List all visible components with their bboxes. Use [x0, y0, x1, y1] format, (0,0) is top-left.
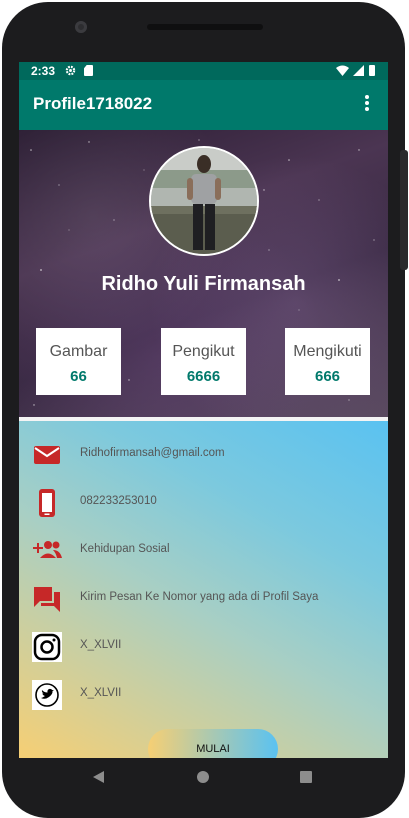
forum-icon	[34, 587, 60, 612]
contact-section: Ridhofirmansah@gmail.com 082233253010 Ke…	[19, 421, 388, 758]
stat-label: Mengikuti	[293, 343, 362, 360]
recents-icon[interactable]	[300, 771, 312, 783]
home-icon[interactable]	[197, 771, 209, 783]
profile-header: Ridho Yuli Firmansah Gambar 66 Pengikut …	[19, 130, 388, 417]
app-title: Profile1718022	[33, 94, 153, 113]
earpiece-speaker	[147, 24, 263, 30]
contact-row-email[interactable]: Ridhofirmansah@gmail.com	[19, 434, 388, 474]
stat-card-pengikut[interactable]: Pengikut 6666	[161, 328, 246, 395]
contact-row-instagram[interactable]: X_XLVII	[19, 626, 388, 666]
contact-text: X_XLVII	[80, 687, 122, 699]
stat-card-mengikuti[interactable]: Mengikuti 666	[285, 328, 370, 395]
phone-side-button	[400, 150, 408, 270]
navigation-bar	[19, 758, 388, 798]
stat-value: 666	[314, 368, 341, 385]
stat-card-gambar[interactable]: Gambar 66	[36, 328, 121, 395]
contact-text: Ridhofirmansah@gmail.com	[80, 447, 225, 459]
phone-icon	[39, 489, 55, 517]
stat-label: Pengikut	[172, 343, 235, 360]
sd-card-icon	[84, 65, 93, 76]
profile-avatar	[149, 146, 259, 256]
stat-value: 66	[70, 368, 87, 385]
contact-text: Kehidupan Sosial	[80, 543, 170, 555]
phone-frame: 2:33 Profile1718022 Ridho Yuli Firmansah…	[0, 0, 409, 818]
signal-icon	[353, 65, 364, 76]
contact-text: Kirim Pesan Ke Nomor yang ada di Profil …	[80, 591, 319, 603]
settings-icon	[65, 65, 76, 76]
instagram-icon	[32, 632, 62, 662]
overflow-menu-icon[interactable]	[364, 95, 370, 113]
battery-icon	[369, 65, 375, 76]
mulai-button[interactable]: MULAI	[148, 729, 278, 758]
back-icon[interactable]	[93, 771, 104, 783]
group-add-icon	[33, 541, 62, 558]
app-screen: 2:33 Profile1718022 Ridho Yuli Firmansah…	[19, 62, 388, 758]
app-bar: Profile1718022	[19, 80, 388, 130]
contact-text: X_XLVII	[80, 639, 122, 651]
stat-label: Gambar	[49, 343, 108, 360]
status-bar: 2:33	[19, 62, 388, 80]
contact-row-social[interactable]: Kehidupan Sosial	[19, 530, 388, 570]
status-time: 2:33	[31, 64, 56, 78]
contact-row-twitter[interactable]: X_XLVII	[19, 674, 388, 714]
wifi-icon	[336, 65, 349, 76]
twitter-icon	[32, 680, 62, 710]
contact-row-message[interactable]: Kirim Pesan Ke Nomor yang ada di Profil …	[19, 578, 388, 618]
profile-name: Ridho Yuli Firmansah	[101, 273, 306, 295]
email-icon	[34, 446, 60, 464]
front-camera	[75, 21, 87, 33]
contact-row-phone[interactable]: 082233253010	[19, 482, 388, 522]
contact-text: 082233253010	[80, 495, 157, 507]
stat-value: 6666	[186, 368, 221, 385]
